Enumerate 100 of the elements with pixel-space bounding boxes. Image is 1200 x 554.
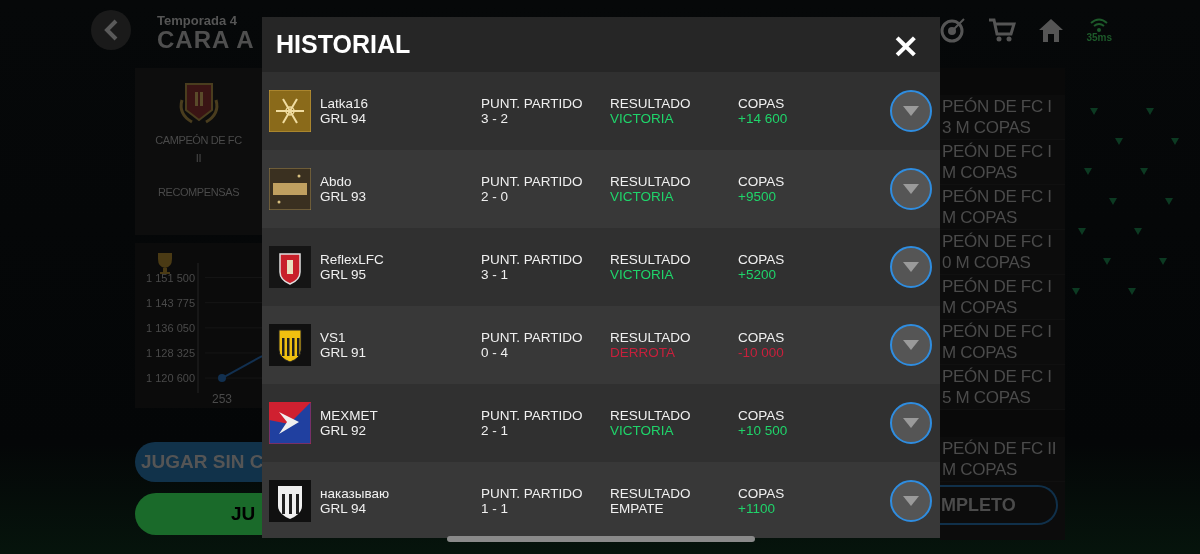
player-rating: GRL 92 (320, 423, 368, 438)
match-score: 3 - 2 (481, 111, 509, 126)
column-label: COPAS (738, 174, 786, 189)
match-result: VICTORIA (610, 111, 675, 126)
column-label: RESULTADO (610, 408, 692, 423)
target-icon[interactable] (940, 17, 967, 43)
rewards-link[interactable]: RECOMPENSAS (157, 186, 240, 198)
play-button[interactable]: JUGAR SIN C (135, 442, 262, 482)
cups-change: +5200 (738, 267, 777, 282)
column-label: RESULTADO (610, 252, 692, 267)
player-name: VS1 (320, 330, 347, 345)
trophy-icon (158, 253, 172, 274)
dropdown-button[interactable] (890, 168, 932, 210)
cups-label: M COPAS (942, 207, 1019, 228)
cups-change: -10 000 (738, 345, 785, 360)
cups-label: M COPAS (942, 459, 1019, 480)
cart-icon[interactable] (988, 17, 1017, 43)
caret-icon (903, 340, 919, 350)
column-label: PUNT. PARTIDO (481, 174, 584, 189)
cups-label: M COPAS (942, 297, 1019, 318)
caret-icon (903, 418, 919, 428)
column-label: COPAS (738, 408, 786, 423)
column-label: COPAS (738, 96, 786, 111)
mode-title: CARA A (157, 27, 255, 52)
column-label: COPAS (738, 486, 786, 501)
back-button[interactable] (91, 10, 131, 50)
match-result: EMPATE (610, 501, 665, 516)
cups-change: +14 600 (738, 111, 789, 126)
scroll-handle[interactable] (447, 536, 755, 542)
dropdown-button[interactable] (890, 90, 932, 132)
dropdown-button[interactable] (890, 246, 932, 288)
match-result: VICTORIA (610, 267, 675, 282)
club-crest-icon (269, 246, 311, 288)
caret-icon (903, 184, 919, 194)
cups-change: +9500 (738, 189, 777, 204)
rank-label: PEÓN DE FC I (942, 186, 1053, 207)
column-label: RESULTADO (610, 96, 692, 111)
rank-label: CAMPEÓN DE FC (155, 134, 242, 146)
cups-label: M COPAS (942, 162, 1019, 183)
rank-label: PEÓN DE FC I (942, 366, 1053, 387)
wifi-icon (1089, 17, 1110, 32)
column-label: COPAS (738, 252, 786, 267)
column-label: PUNT. PARTIDO (481, 330, 584, 345)
club-crest-icon (269, 480, 311, 522)
club-crest-icon (269, 402, 311, 444)
club-crest-icon (269, 324, 311, 366)
column-label: RESULTADO (610, 330, 692, 345)
match-result: VICTORIA (610, 423, 675, 438)
y-tick-label: 1 143 775 (146, 296, 195, 309)
club-crest-icon (269, 90, 311, 132)
match-score: 0 - 4 (481, 345, 509, 360)
match-score: 2 - 1 (481, 423, 509, 438)
dialog-title: HISTORIAL (276, 30, 411, 59)
match-score: 2 - 0 (481, 189, 509, 204)
player-rating: GRL 94 (320, 111, 368, 126)
season-label: Temporada 4 (157, 12, 238, 28)
dropdown-button[interactable] (890, 324, 932, 366)
player-name: Latka16 (320, 96, 370, 111)
player-rating: GRL 94 (320, 501, 368, 516)
chevron-left-icon (103, 19, 119, 41)
player-rating: GRL 93 (320, 189, 368, 204)
cups-label: 3 M COPAS (942, 117, 1032, 138)
rank-label: PEÓN DE FC I (942, 321, 1053, 342)
match-result: VICTORIA (610, 189, 675, 204)
ping-label: 35ms (1086, 31, 1112, 43)
match-score: 3 - 1 (481, 267, 509, 282)
cups-label: 0 M COPAS (942, 252, 1032, 273)
column-label: PUNT. PARTIDO (481, 408, 584, 423)
match-score: 1 - 1 (481, 501, 509, 516)
player-name: ReflexLFC (320, 252, 385, 267)
player-rating: GRL 91 (320, 345, 368, 360)
player-name: MEXMET (320, 408, 379, 423)
player-rating: GRL 95 (320, 267, 368, 282)
match-result: DERROTA (610, 345, 676, 360)
rank-label: PEÓN DE FC I (942, 276, 1053, 297)
player-name: наказываю (320, 486, 391, 501)
cups-label: 5 M COPAS (942, 387, 1032, 408)
caret-icon (903, 496, 919, 506)
y-tick-label: 1 128 325 (146, 346, 195, 359)
close-button[interactable]: × (889, 29, 922, 60)
column-label: COPAS (738, 330, 786, 345)
dropdown-button[interactable] (890, 480, 932, 522)
cups-label: M COPAS (942, 342, 1019, 363)
club-crest-icon (269, 168, 311, 210)
column-label: PUNT. PARTIDO (481, 96, 584, 111)
data-point (218, 374, 226, 383)
cups-change: +10 500 (738, 423, 789, 438)
play-button[interactable]: JU (135, 493, 262, 535)
dropdown-button[interactable] (890, 402, 932, 444)
home-icon[interactable] (1038, 17, 1065, 43)
rank-label: PEÓN DE FC I (942, 141, 1053, 162)
caret-icon (903, 106, 919, 116)
caret-icon (903, 262, 919, 272)
column-label: PUNT. PARTIDO (481, 486, 584, 501)
rank-label: PEÓN DE FC I (942, 96, 1053, 117)
x-tick-label: 253 (212, 392, 232, 406)
rank-label: PEÓN DE FC II (942, 438, 1058, 459)
column-label: RESULTADO (610, 486, 692, 501)
player-name: Abdo (320, 174, 353, 189)
rank-label: PEÓN DE FC I (942, 231, 1053, 252)
